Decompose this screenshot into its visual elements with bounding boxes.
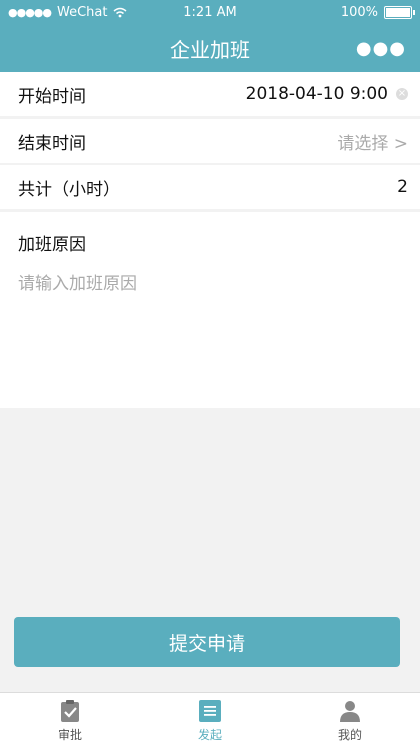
more-icon[interactable]: ●●● (356, 38, 406, 59)
person-icon (340, 700, 360, 722)
battery-icon (384, 5, 415, 19)
tab-initiate-label: 发起 (197, 727, 222, 742)
tab-approval[interactable]: 审批 (0, 693, 140, 748)
start-time-label: 开始时间 (18, 86, 86, 107)
reason-section: 加班原因 (0, 212, 420, 408)
tab-initiate[interactable]: 发起 (140, 693, 280, 748)
total-hours-row: 共计（小时） 2 (0, 165, 420, 209)
reason-input[interactable] (18, 269, 402, 389)
start-time-value: 2018-04-10 9:00 (245, 84, 388, 104)
page-title: 企业加班 (170, 37, 250, 62)
tab-mine-label: 我的 (337, 727, 362, 742)
list-icon (199, 699, 221, 722)
header: ●●●●● WeChat 1:21 AM 100% 企业加班 ●●● (0, 0, 420, 72)
end-time-label: 结束时间 (18, 133, 86, 154)
total-hours-label: 共计（小时） (18, 179, 120, 200)
end-time-row[interactable]: 结束时间 请选择 > (0, 119, 420, 163)
total-hours-value: 2 (397, 177, 408, 197)
clipboard-check-icon (61, 699, 79, 722)
reason-label: 加班原因 (18, 235, 86, 255)
end-time-placeholder: 请选择 > (337, 133, 408, 154)
status-time: 1:21 AM (183, 4, 237, 20)
clear-icon[interactable]: × (396, 88, 408, 100)
submit-button[interactable]: 提交申请 (14, 617, 400, 667)
tab-bar: 审批 发起 我的 (0, 692, 420, 748)
tab-approval-label: 审批 (57, 727, 82, 742)
start-time-row[interactable]: 开始时间 2018-04-10 9:00 × (0, 72, 420, 116)
tab-mine[interactable]: 我的 (280, 693, 420, 748)
status-bar: ●●●●● WeChat 1:21 AM 100% (0, 0, 420, 24)
